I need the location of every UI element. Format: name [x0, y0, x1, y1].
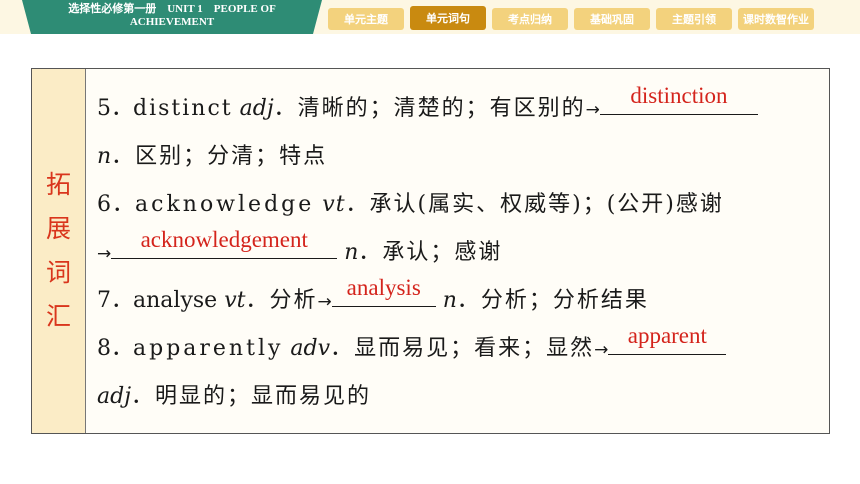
- side-label-char: 拓: [45, 170, 71, 199]
- answer-blank: distinction: [599, 84, 758, 115]
- answer-blank: apparent: [608, 324, 727, 355]
- tab-basic-practice[interactable]: 基础巩固: [574, 8, 650, 30]
- item-number: 7．: [97, 288, 133, 313]
- side-label-char: 汇: [45, 302, 71, 331]
- vocabulary-panel: 拓 展 词 汇 5．distinct adj．清晰的；清楚的；有区别的→ dist…: [31, 68, 830, 434]
- item-word: analyse: [133, 288, 218, 313]
- book-title-line2: ACHIEVEMENT: [129, 16, 215, 28]
- book-title-banner: 选择性必修第一册 UNIT 1 PEOPLE OF ACHIEVEMENT: [22, 0, 322, 34]
- vocab-item-8: 8．apparently adv．显而易见；看来；显然→ apparent: [97, 324, 819, 373]
- nav-tabs: 单元主题 单元词句 考点归纳 基础巩固 主题引领 课时数智作业: [328, 6, 814, 30]
- tab-homework[interactable]: 课时数智作业: [738, 8, 814, 30]
- answer-meaning: ．区别；分清；特点: [111, 144, 328, 169]
- item-pos: adj: [239, 96, 274, 121]
- side-label-char: 词: [45, 258, 71, 287]
- answer-meaning: ．明显的；显而易见的: [131, 384, 372, 409]
- item-pos: vt: [322, 192, 346, 217]
- arrow-icon: →: [317, 292, 332, 312]
- tab-theme-guide[interactable]: 主题引领: [656, 8, 732, 30]
- vocab-item-5-derivative: n．区别；分清；特点: [97, 133, 819, 181]
- answer-meaning: ．承认；感谢: [358, 240, 503, 265]
- item-pos: vt: [224, 288, 246, 313]
- item-word: apparently: [133, 336, 284, 361]
- answer-text: distinction: [630, 83, 728, 108]
- vocab-item-7: 7．analyse vt．分析→ analysis n．分析；分析结果: [97, 276, 819, 325]
- vocabulary-list: 5．distinct adj．清晰的；清楚的；有区别的→ distinction …: [87, 69, 829, 433]
- item-number: 8．: [97, 336, 133, 361]
- tab-key-points[interactable]: 考点归纳: [492, 8, 568, 30]
- item-number: 5．: [97, 96, 133, 121]
- answer-pos: n: [344, 240, 359, 265]
- book-title-line1: 选择性必修第一册 UNIT 1 PEOPLE OF: [68, 3, 276, 15]
- answer-pos: n: [442, 288, 457, 313]
- item-meaning: ．清晰的；清楚的；有区别的: [273, 96, 586, 121]
- item-word: distinct: [133, 96, 233, 121]
- item-meaning: ．显而易见；看来；显然: [330, 336, 595, 361]
- item-number: 6．: [97, 192, 135, 217]
- vocab-item-6: 6．acknowledge vt．承认(属实、权威等)；(公开)感谢: [97, 181, 819, 229]
- item-meaning: ．承认(属实、权威等)；(公开)感谢: [345, 192, 724, 217]
- answer-blank: analysis: [331, 276, 436, 307]
- answer-blank: acknowledgement: [111, 228, 338, 259]
- side-label-char: 展: [45, 214, 71, 243]
- tab-unit-theme[interactable]: 单元主题: [328, 8, 404, 30]
- answer-pos: n: [97, 144, 112, 169]
- answer-text: analysis: [346, 275, 421, 300]
- item-pos: adv: [290, 336, 331, 361]
- side-label: 拓 展 词 汇: [32, 69, 86, 433]
- tab-unit-vocabulary[interactable]: 单元词句: [410, 6, 486, 30]
- answer-text: apparent: [627, 323, 707, 348]
- answer-pos: adj: [97, 384, 132, 409]
- top-bar: 选择性必修第一册 UNIT 1 PEOPLE OF ACHIEVEMENT 单元…: [0, 0, 860, 34]
- vocab-item-5: 5．distinct adj．清晰的；清楚的；有区别的→ distinction: [97, 84, 819, 133]
- vocab-item-6-derivative: → acknowledgement n．承认；感谢: [97, 228, 819, 277]
- answer-text: acknowledgement: [140, 227, 308, 252]
- item-word: acknowledge: [135, 192, 315, 217]
- answer-meaning: ．分析；分析结果: [456, 288, 649, 313]
- arrow-icon: →: [594, 340, 609, 360]
- vocab-item-8-derivative: adj．明显的；显而易见的: [97, 373, 819, 421]
- arrow-icon: →: [97, 244, 112, 264]
- item-meaning: ．分析: [245, 288, 318, 313]
- arrow-icon: →: [585, 100, 600, 120]
